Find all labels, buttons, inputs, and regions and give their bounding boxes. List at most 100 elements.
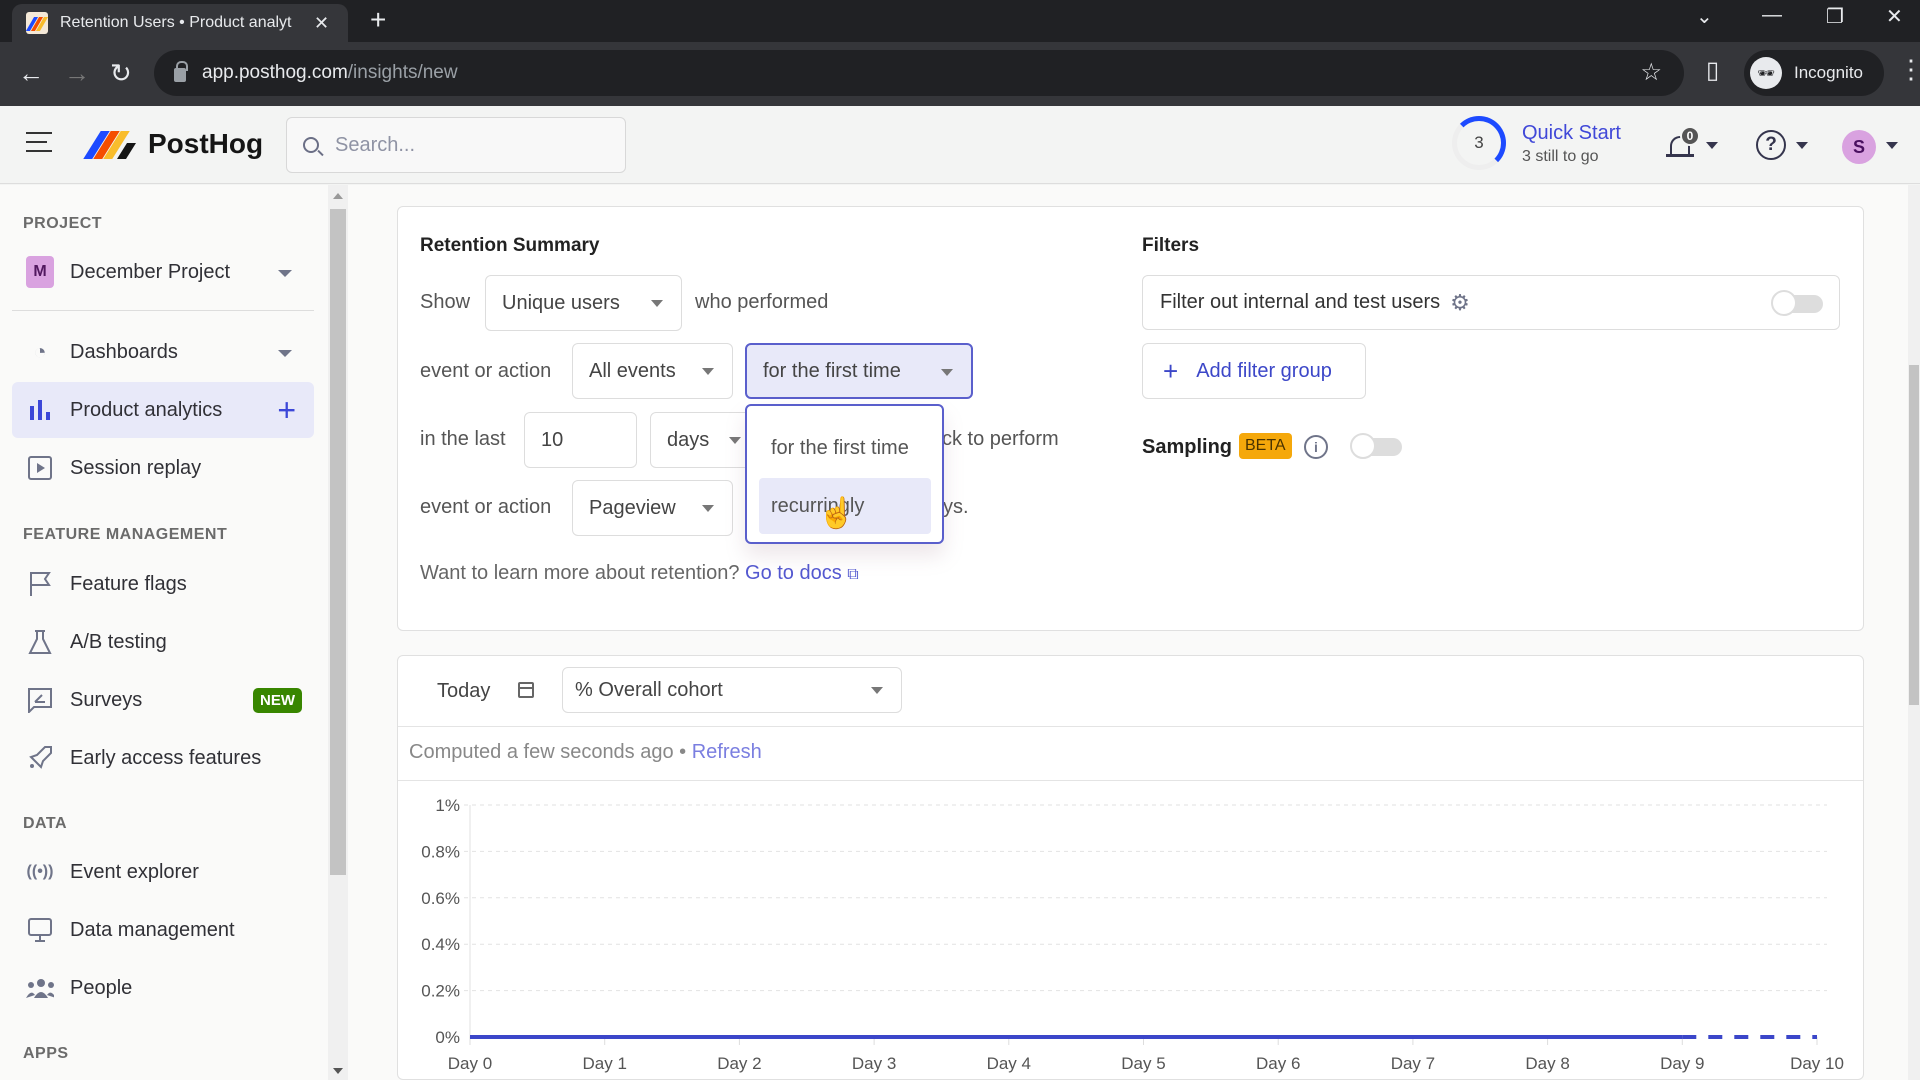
- period-count-input[interactable]: [524, 412, 637, 468]
- search-input[interactable]: [335, 133, 615, 157]
- y-tick-label: 0.4%: [421, 935, 460, 954]
- user-avatar[interactable]: S: [1842, 130, 1876, 164]
- sidebar-scrollbar[interactable]: [328, 185, 348, 1080]
- back-icon[interactable]: ←: [18, 58, 44, 89]
- sidebar-item-feature-flags[interactable]: Feature flags: [12, 556, 314, 612]
- sidebar-item-session-replay[interactable]: Session replay: [12, 440, 314, 496]
- gear-icon[interactable]: ⚙: [1450, 290, 1470, 316]
- period-unit-select[interactable]: days: [650, 412, 760, 468]
- calendar-icon[interactable]: [518, 682, 534, 698]
- new-insight-plus-icon[interactable]: +: [277, 392, 296, 429]
- project-name: December Project: [70, 260, 231, 283]
- metric-select[interactable]: % Overall cohort: [562, 667, 902, 713]
- start-event-select[interactable]: All events: [572, 343, 733, 399]
- address-bar[interactable]: app.posthog.com/insights/new ☆: [154, 50, 1684, 96]
- internal-filter-toggle[interactable]: [1771, 290, 1823, 316]
- restore-icon[interactable]: ❐: [1826, 4, 1844, 29]
- menu-toggle-icon[interactable]: [26, 132, 52, 154]
- sidebar-item-ab-testing[interactable]: A/B testing: [12, 614, 314, 670]
- sampling-toggle[interactable]: [1350, 433, 1402, 459]
- suffix-text: ys.: [943, 496, 969, 518]
- scroll-down-arrow-icon[interactable]: [333, 1068, 343, 1074]
- forward-icon[interactable]: →: [64, 58, 90, 89]
- plus-icon: +: [1163, 355, 1179, 386]
- section-label-apps: APPS: [23, 1045, 69, 1062]
- retention-type-value: for the first time: [763, 359, 901, 382]
- sidebar-item-early-access-features[interactable]: Early access features: [12, 730, 314, 786]
- notifications-caret-icon[interactable]: [1706, 142, 1718, 149]
- y-tick-label: 0.8%: [421, 842, 460, 861]
- date-range-label[interactable]: Today: [437, 680, 490, 703]
- minimize-icon[interactable]: —: [1762, 4, 1782, 27]
- retention-type-select[interactable]: for the first time: [745, 343, 973, 399]
- scroll-up-arrow-icon[interactable]: [333, 193, 343, 199]
- divider: [398, 726, 1863, 727]
- x-tick-label: Day 6: [1256, 1054, 1300, 1073]
- filters-title: Filters: [1142, 235, 1200, 256]
- browser-tab[interactable]: Retention Users • Product analyt ✕: [12, 4, 348, 42]
- beta-badge: BETA: [1239, 433, 1292, 459]
- period-unit-value: days: [667, 428, 710, 451]
- reload-icon[interactable]: ↻: [110, 58, 132, 89]
- refresh-link[interactable]: Refresh: [692, 741, 762, 763]
- close-window-icon[interactable]: ✕: [1886, 4, 1903, 29]
- tab-close-icon[interactable]: ✕: [314, 13, 329, 34]
- tab-search-icon[interactable]: ⌄: [1696, 4, 1713, 29]
- sidebar-item-label: Event explorer: [70, 860, 199, 883]
- dropdown-option-first-time[interactable]: for the first time: [759, 420, 931, 476]
- y-tick-label: 1%: [435, 796, 460, 815]
- sidebar-scroll-thumb[interactable]: [330, 209, 346, 875]
- notifications-bell-icon[interactable]: 0: [1666, 126, 1700, 162]
- sidebar-item-label: Data management: [70, 918, 235, 941]
- in-the-last-label: in the last: [420, 428, 506, 450]
- new-tab-icon[interactable]: +: [370, 4, 386, 36]
- browser-menu-icon[interactable]: ⋮: [1898, 54, 1920, 85]
- main-scroll-thumb[interactable]: [1909, 365, 1919, 705]
- project-switcher[interactable]: M December Project: [12, 244, 314, 300]
- url-path: /insights/new: [347, 62, 458, 83]
- side-panel-icon[interactable]: ▯: [1706, 56, 1719, 85]
- section-label-project: PROJECT: [23, 215, 103, 232]
- sidebar-item-people[interactable]: People: [12, 960, 314, 1016]
- rocket-icon: [26, 744, 54, 772]
- broadcast-icon: ((•)): [26, 863, 54, 880]
- quick-start-title[interactable]: Quick Start: [1522, 122, 1621, 145]
- info-icon[interactable]: i: [1304, 435, 1328, 459]
- sampling-label: Sampling: [1142, 436, 1233, 458]
- add-filter-group-button[interactable]: + Add filter group: [1142, 343, 1366, 399]
- sidebar-item-product-analytics[interactable]: Product analytics +: [12, 382, 314, 438]
- go-to-docs-link[interactable]: Go to docs ⧉: [745, 562, 859, 584]
- quick-start-progress-ring[interactable]: 3: [1452, 116, 1506, 170]
- survey-icon: [26, 686, 54, 714]
- sidebar-item-label: Dashboards: [70, 340, 178, 363]
- help-caret-icon[interactable]: [1796, 142, 1808, 149]
- sidebar-item-event-explorer[interactable]: ((•)) Event explorer: [12, 844, 314, 900]
- internal-filter-label: Filter out internal and test users: [1160, 291, 1441, 313]
- x-tick-label: Day 1: [582, 1054, 626, 1073]
- sidebar-item-dashboards[interactable]: ◔ Dashboards: [12, 324, 314, 380]
- retention-chart: 0% 0.2% 0.4% 0.6% 0.8% 1% Day 0 Day 1 Day 2 Day …: [421, 796, 1844, 1073]
- incognito-profile[interactable]: 🕶 Incognito: [1744, 50, 1884, 96]
- search-box[interactable]: [286, 117, 626, 173]
- help-icon[interactable]: ?: [1756, 130, 1786, 160]
- flag-icon: [26, 570, 54, 598]
- sidebar-item-data-management[interactable]: Data management: [12, 902, 314, 958]
- posthog-logo[interactable]: PostHog: [83, 128, 263, 160]
- project-caret-icon: [278, 270, 292, 277]
- return-event-select[interactable]: Pageview: [572, 480, 733, 536]
- dashboards-caret-icon[interactable]: [278, 350, 292, 357]
- docs-link-label: Go to docs: [745, 562, 842, 584]
- aggregation-select[interactable]: Unique users: [485, 275, 682, 331]
- user-menu-caret-icon[interactable]: [1886, 142, 1898, 149]
- sidebar-item-label: People: [70, 976, 133, 999]
- sidebar-item-label: A/B testing: [70, 630, 167, 653]
- monitor-icon: [26, 916, 54, 944]
- bar-chart-icon: [26, 396, 54, 424]
- who-performed-text: who performed: [695, 291, 829, 313]
- sidebar-item-surveys[interactable]: Surveys NEW: [12, 672, 314, 728]
- main-scrollbar[interactable]: [1908, 185, 1920, 1080]
- people-icon: [26, 974, 54, 1002]
- bookmark-star-icon[interactable]: ☆: [1640, 58, 1662, 87]
- internal-users-filter: Filter out internal and test users ⚙: [1142, 275, 1840, 330]
- sidebar-item-label: Surveys: [70, 688, 143, 711]
